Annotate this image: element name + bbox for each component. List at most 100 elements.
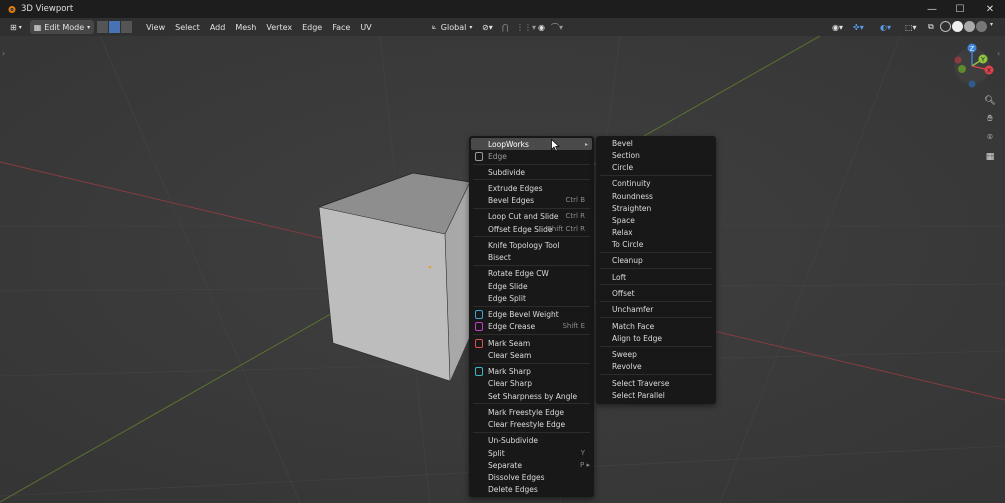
loopworks-item-roundness[interactable]: Roundness	[596, 190, 716, 202]
menu-item-separate[interactable]: Separate P ▸	[469, 459, 594, 471]
header-menus: View Select Add Mesh Vertex Edge Face UV	[141, 20, 377, 34]
toolbar-expand-icon[interactable]: ›	[2, 49, 5, 58]
menu-item-label: Clear Freestyle Edge	[488, 419, 566, 429]
neg-y-axis-icon[interactable]	[958, 65, 966, 73]
menu-face[interactable]: Face	[327, 20, 355, 34]
menu-item-label: Mark Sharp	[488, 366, 531, 376]
menu-uv[interactable]: UV	[355, 20, 376, 34]
menu-item-split[interactable]: Split Y	[469, 447, 594, 459]
proportional-edit-icon: ◉	[538, 22, 545, 32]
pivot-point-button[interactable]: ⊘▾	[478, 20, 497, 34]
menu-item-label: Roundness	[612, 191, 653, 201]
menu-item-dissolve-edges[interactable]: Dissolve Edges	[469, 471, 594, 483]
gizmo-icon: ✜▾	[853, 22, 864, 32]
menu-item-extrude-edges[interactable]: Extrude Edges	[469, 182, 594, 194]
vertex-select-icon[interactable]	[97, 21, 109, 33]
menu-item-clear-freestyle-edge[interactable]: Clear Freestyle Edge	[469, 418, 594, 430]
menu-item-clear-sharp[interactable]: Clear Sharp	[469, 377, 594, 389]
menu-item-mark-freestyle-edge[interactable]: Mark Freestyle Edge	[469, 406, 594, 418]
falloff-button[interactable]: ⌒▾	[547, 20, 567, 34]
menu-item-label: Mark Seam	[488, 338, 531, 348]
maximize-icon[interactable]: ☐	[945, 0, 975, 18]
loopworks-item-match-face[interactable]: Match Face	[596, 320, 716, 332]
minimize-icon[interactable]: —	[917, 0, 947, 18]
pan-hand-icon[interactable]: ✋︎	[982, 111, 998, 127]
transform-orientation-dropdown[interactable]: ⟀ Global ▾	[428, 20, 476, 34]
menu-item-loop-cut-and-slide[interactable]: Loop Cut and Slide Ctrl R	[469, 210, 594, 222]
loopworks-item-bevel[interactable]: Bevel	[596, 137, 716, 149]
menu-item-label: Split	[488, 448, 505, 458]
face-select-icon[interactable]	[121, 21, 133, 33]
neg-x-axis-icon[interactable]	[954, 56, 962, 64]
loopworks-item-unchamfer[interactable]: Unchamfer	[596, 303, 716, 315]
menu-mesh[interactable]: Mesh	[230, 20, 261, 34]
loopworks-item-to-circle[interactable]: To Circle	[596, 238, 716, 250]
overlays-toggle[interactable]: ◐▾	[876, 20, 895, 34]
menu-item-label: Match Face	[612, 321, 655, 331]
overlays-icon: ◐▾	[880, 22, 891, 32]
close-icon[interactable]: ✕	[975, 0, 1005, 18]
menu-edge[interactable]: Edge	[297, 20, 327, 34]
menu-item-bevel-edges[interactable]: Bevel Edges Ctrl B	[469, 194, 594, 206]
chevron-down-icon[interactable]: ▾	[990, 21, 993, 32]
menu-item-label: Relax	[612, 227, 633, 237]
gizmo-toggle[interactable]: ✜▾	[849, 20, 868, 34]
loopworks-item-cleanup[interactable]: Cleanup	[596, 254, 716, 266]
loopworks-item-section[interactable]: Section	[596, 149, 716, 161]
menu-item-loopworks[interactable]: LoopWorks ▸	[471, 138, 592, 150]
solid-shading-icon[interactable]	[952, 21, 963, 32]
navigation-gizmo[interactable]: Z Y X	[946, 42, 998, 94]
menu-add[interactable]: Add	[205, 20, 231, 34]
menu-item-mark-seam[interactable]: Mark Seam	[469, 337, 594, 349]
loopworks-item-sweep[interactable]: Sweep	[596, 348, 716, 360]
loopworks-item-align-to-edge[interactable]: Align to Edge	[596, 332, 716, 344]
loopworks-item-space[interactable]: Space	[596, 214, 716, 226]
loopworks-item-continuity[interactable]: Continuity	[596, 177, 716, 189]
perspective-grid-icon[interactable]: ▦	[982, 149, 998, 165]
editor-type-button[interactable]: ⊞ ▾	[6, 20, 26, 34]
xray-toggle[interactable]: ⧉	[924, 20, 938, 34]
material-shading-icon[interactable]	[964, 21, 975, 32]
neg-z-axis-icon[interactable]	[968, 80, 976, 88]
wireframe-shading-icon[interactable]	[940, 21, 951, 32]
loopworks-item-circle[interactable]: Circle	[596, 161, 716, 173]
menu-item-subdivide[interactable]: Subdivide	[469, 166, 594, 178]
rendered-shading-icon[interactable]	[976, 21, 987, 32]
menu-item-edge-crease[interactable]: Edge Crease Shift E	[469, 320, 594, 332]
menu-item-mark-sharp[interactable]: Mark Sharp	[469, 365, 594, 377]
menu-vertex[interactable]: Vertex	[261, 20, 297, 34]
editor-type-icon: ⊞	[10, 22, 17, 32]
menu-select[interactable]: Select	[170, 20, 205, 34]
visibility-button[interactable]: ◉▾	[828, 20, 847, 34]
edge-select-icon[interactable]	[109, 21, 121, 33]
menu-view[interactable]: View	[141, 20, 170, 34]
loopworks-item-loft[interactable]: Loft	[596, 271, 716, 283]
menu-item-label: Sweep	[612, 349, 637, 359]
menu-item-edge-bevel-weight[interactable]: Edge Bevel Weight	[469, 308, 594, 320]
edge-context-menu: LoopWorks ▸ Edge Subdivide Extrude Edges…	[469, 136, 594, 497]
zoom-icon[interactable]: 🔍︎	[982, 93, 998, 109]
mode-dropdown[interactable]: ▦ Edit Mode ▾	[29, 20, 95, 34]
menu-item-bisect[interactable]: Bisect	[469, 251, 594, 263]
menu-item-label: Set Sharpness by Angle	[488, 391, 578, 401]
menu-item-clear-seam[interactable]: Clear Seam	[469, 349, 594, 361]
loopworks-item-select-traverse[interactable]: Select Traverse	[596, 377, 716, 389]
menu-item-label: To Circle	[612, 239, 644, 249]
snap-toggle[interactable]: ⋂	[498, 20, 513, 34]
mesh-edit-overlays-button[interactable]: ⬚▾	[901, 20, 921, 34]
camera-view-icon[interactable]: ⌾	[982, 130, 998, 146]
menu-item-offset-edge-slide[interactable]: Offset Edge Slide Shift Ctrl R	[469, 223, 594, 235]
loopworks-item-straighten[interactable]: Straighten	[596, 202, 716, 214]
loopworks-item-select-parallel[interactable]: Select Parallel	[596, 389, 716, 401]
menu-item-set-sharpness-by-angle[interactable]: Set Sharpness by Angle	[469, 390, 594, 402]
chevron-down-icon: ▾	[87, 23, 91, 31]
menu-item-edge-slide[interactable]: Edge Slide	[469, 280, 594, 292]
menu-item-knife-topology-tool[interactable]: Knife Topology Tool	[469, 239, 594, 251]
menu-item-rotate-edge-cw[interactable]: Rotate Edge CW	[469, 267, 594, 279]
loopworks-item-revolve[interactable]: Revolve	[596, 360, 716, 372]
menu-item-edge-split[interactable]: Edge Split	[469, 292, 594, 304]
menu-item-un-subdivide[interactable]: Un-Subdivide	[469, 434, 594, 446]
loopworks-item-offset[interactable]: Offset	[596, 287, 716, 299]
menu-item-delete-edges[interactable]: Delete Edges	[469, 483, 594, 495]
loopworks-item-relax[interactable]: Relax	[596, 226, 716, 238]
